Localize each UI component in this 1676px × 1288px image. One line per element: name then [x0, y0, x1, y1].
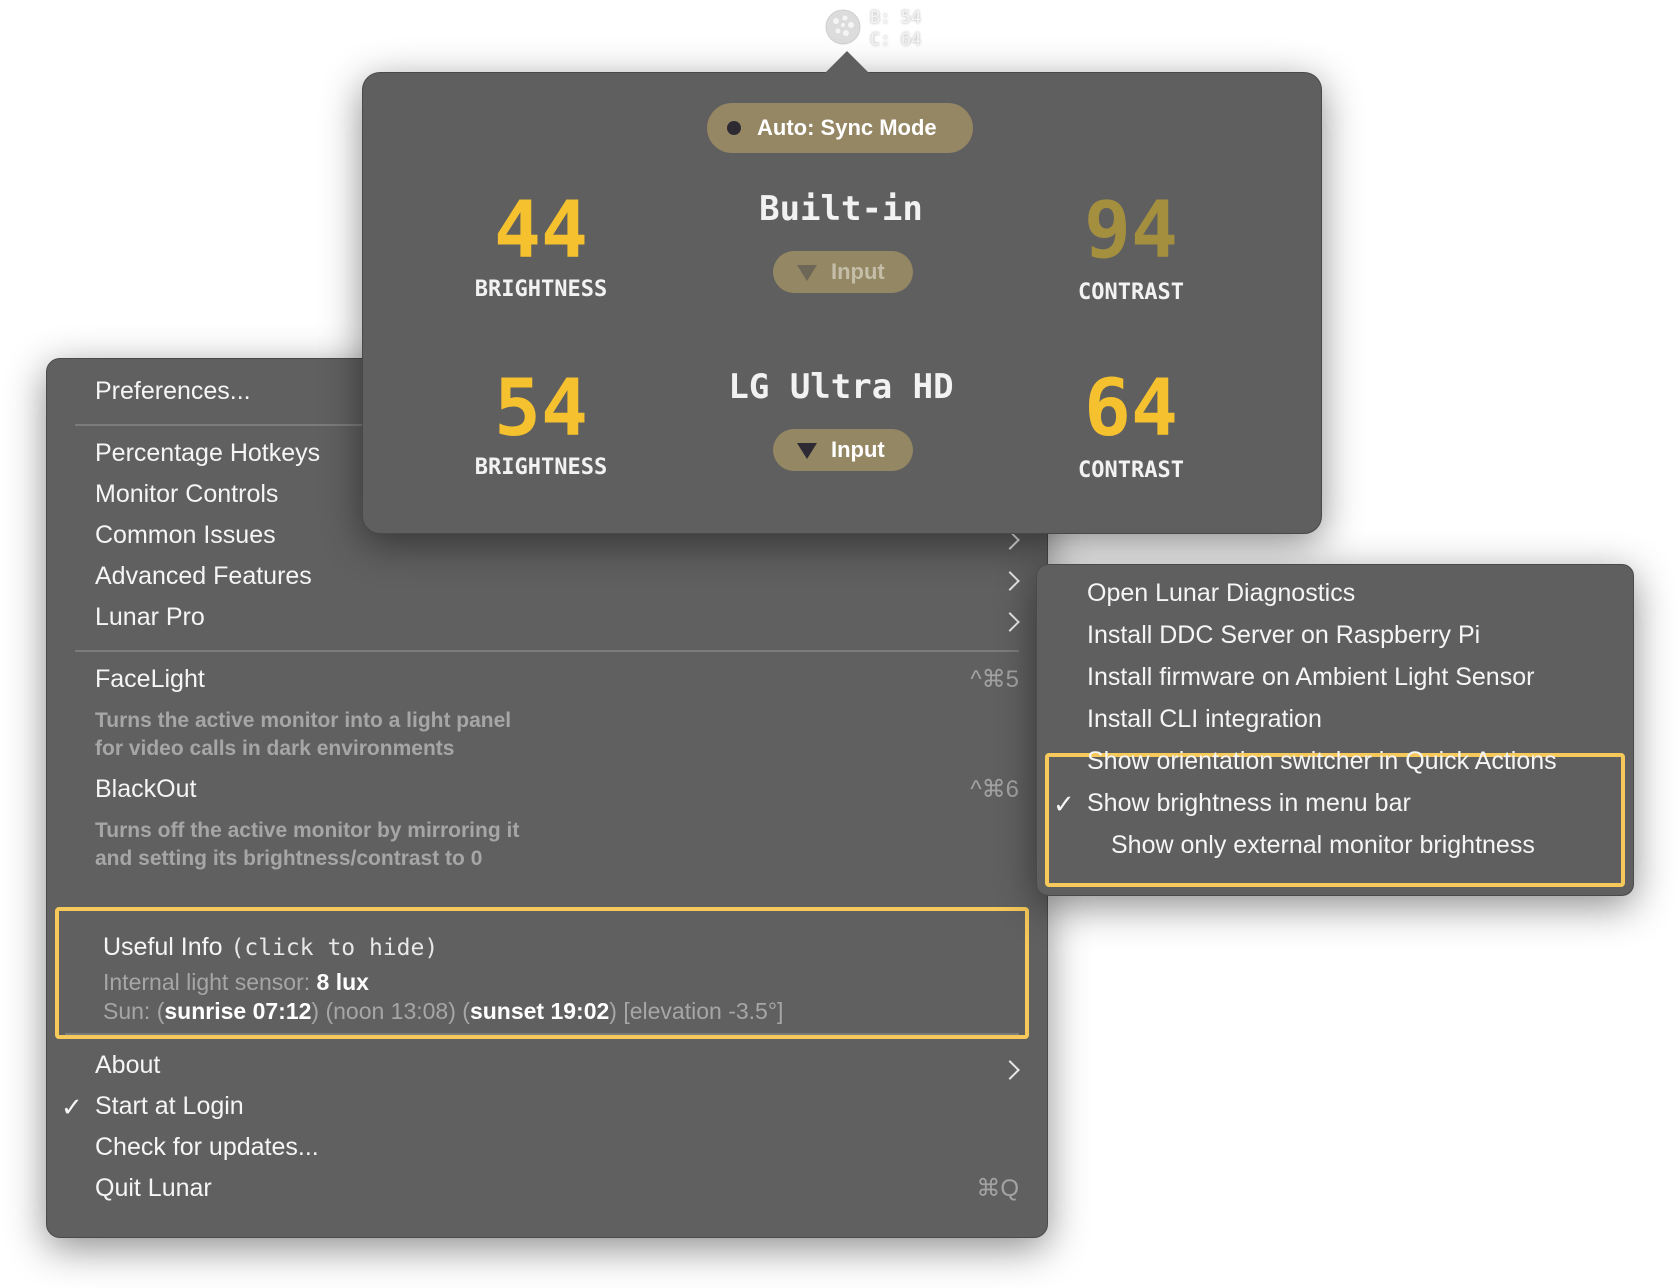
menubar-brightness-text: B: 54 [870, 8, 922, 28]
menu-item-facelight[interactable]: FaceLight [95, 665, 205, 694]
submenu-item-orientation-switcher[interactable]: Show orientation switcher in Quick Actio… [1087, 747, 1557, 776]
builtin-input-button[interactable]: Input [773, 251, 913, 293]
useful-info-section[interactable]: Useful Info (click to hide) Internal ligh… [55, 907, 1029, 1039]
elevation-value: ) [elevation -3.5°] [609, 998, 784, 1024]
submenu-item-show-brightness-menubar[interactable]: Show brightness in menu bar [1087, 789, 1411, 818]
menu-item-blackout[interactable]: BlackOut [95, 775, 196, 804]
menu-item-check-for-updates[interactable]: Check for updates... [95, 1133, 319, 1162]
sunrise-value: sunrise 07:12 [164, 998, 312, 1024]
builtin-input-label: Input [831, 259, 885, 284]
lg-input-button[interactable]: Input [773, 429, 913, 471]
menu-item-percentage-hotkeys[interactable]: Percentage Hotkeys [95, 439, 320, 468]
chevron-right-icon [1000, 571, 1020, 591]
facelight-description-line-2: for video calls in dark environments [95, 737, 455, 760]
menubar-contrast-text: C: 64 [870, 30, 922, 50]
light-sensor-line: Internal light sensor: 8 lux [103, 969, 369, 996]
sunset-value: sunset 19:02 [469, 998, 610, 1024]
menu-item-quit-lunar[interactable]: Quit Lunar [95, 1174, 212, 1203]
triangle-down-icon [797, 265, 817, 281]
lg-brightness-value[interactable]: 54 [441, 369, 641, 449]
builtin-contrast-value[interactable]: 94 [1031, 191, 1231, 271]
sun-label: Sun: ( [103, 998, 165, 1024]
sync-mode-button[interactable]: Auto: Sync Mode [707, 103, 973, 153]
menu-separator [75, 650, 1019, 652]
checkmark-icon: ✓ [1053, 789, 1075, 819]
popover-arrow [825, 51, 869, 73]
builtin-brightness-value[interactable]: 44 [441, 191, 641, 271]
useful-info-hint: (click to hide) [230, 935, 439, 961]
blackout-description-line-1: Turns off the active monitor by mirrorin… [95, 819, 520, 842]
checkmark-icon: ✓ [61, 1092, 83, 1122]
builtin-monitor-name: Built-in [759, 189, 923, 229]
lg-contrast-value[interactable]: 64 [1031, 369, 1231, 449]
lg-monitor-name: LG Ultra HD [728, 367, 954, 407]
status-dot-icon [727, 121, 741, 135]
facelight-description-line-1: Turns the active monitor into a light pa… [95, 709, 512, 732]
builtin-contrast-label: CONTRAST [1078, 280, 1184, 305]
menu-item-common-issues[interactable]: Common Issues [95, 521, 276, 550]
noon-value: ) (noon 13:08) ( [311, 998, 470, 1024]
builtin-brightness-label: BRIGHTNESS [474, 277, 608, 302]
sun-info-line: Sun: (sunrise 07:12) (noon 13:08) (sunse… [103, 998, 783, 1025]
blackout-description-line-2: and setting its brightness/contrast to 0 [95, 847, 483, 870]
blackout-shortcut: ^⌘6 [970, 776, 1019, 803]
sync-mode-label: Auto: Sync Mode [757, 115, 937, 140]
light-sensor-value: 8 lux [316, 969, 369, 995]
menu-item-start-at-login[interactable]: Start at Login [95, 1092, 244, 1121]
light-sensor-label: Internal light sensor: [103, 969, 317, 995]
useful-info-title: Useful Info (click to hide) [103, 933, 438, 962]
triangle-down-icon [797, 443, 817, 459]
lg-input-label: Input [831, 437, 885, 462]
menu-separator [65, 1033, 1019, 1035]
submenu-item-install-cli[interactable]: Install CLI integration [1087, 705, 1322, 734]
advanced-features-submenu: Open Lunar Diagnostics Install DDC Serve… [1036, 564, 1634, 896]
menu-item-lunar-pro[interactable]: Lunar Pro [95, 603, 205, 632]
menu-item-monitor-controls[interactable]: Monitor Controls [95, 480, 278, 509]
lg-contrast-label: CONTRAST [1078, 458, 1184, 483]
submenu-item-external-brightness-only[interactable]: Show only external monitor brightness [1111, 831, 1535, 860]
menu-item-advanced-features[interactable]: Advanced Features [95, 562, 312, 591]
submenu-item-open-diagnostics[interactable]: Open Lunar Diagnostics [1087, 579, 1355, 608]
brightness-popover: Auto: Sync Mode 44 BRIGHTNESS Built-in I… [362, 51, 1322, 534]
menubar-status-item[interactable]: B: 54 C: 64 [824, 6, 934, 50]
menu-item-preferences[interactable]: Preferences... [95, 377, 251, 406]
facelight-shortcut: ^⌘5 [970, 666, 1019, 693]
lg-brightness-label: BRIGHTNESS [474, 455, 608, 480]
useful-info-label: Useful Info [103, 933, 223, 961]
submenu-item-install-ddc-server[interactable]: Install DDC Server on Raspberry Pi [1087, 621, 1480, 650]
lunar-icon [825, 9, 861, 45]
menu-item-about[interactable]: About [95, 1051, 160, 1080]
submenu-item-install-firmware[interactable]: Install firmware on Ambient Light Sensor [1087, 663, 1534, 692]
chevron-right-icon [1000, 612, 1020, 632]
quit-shortcut: ⌘Q [976, 1175, 1019, 1202]
chevron-right-icon [1000, 1060, 1020, 1080]
